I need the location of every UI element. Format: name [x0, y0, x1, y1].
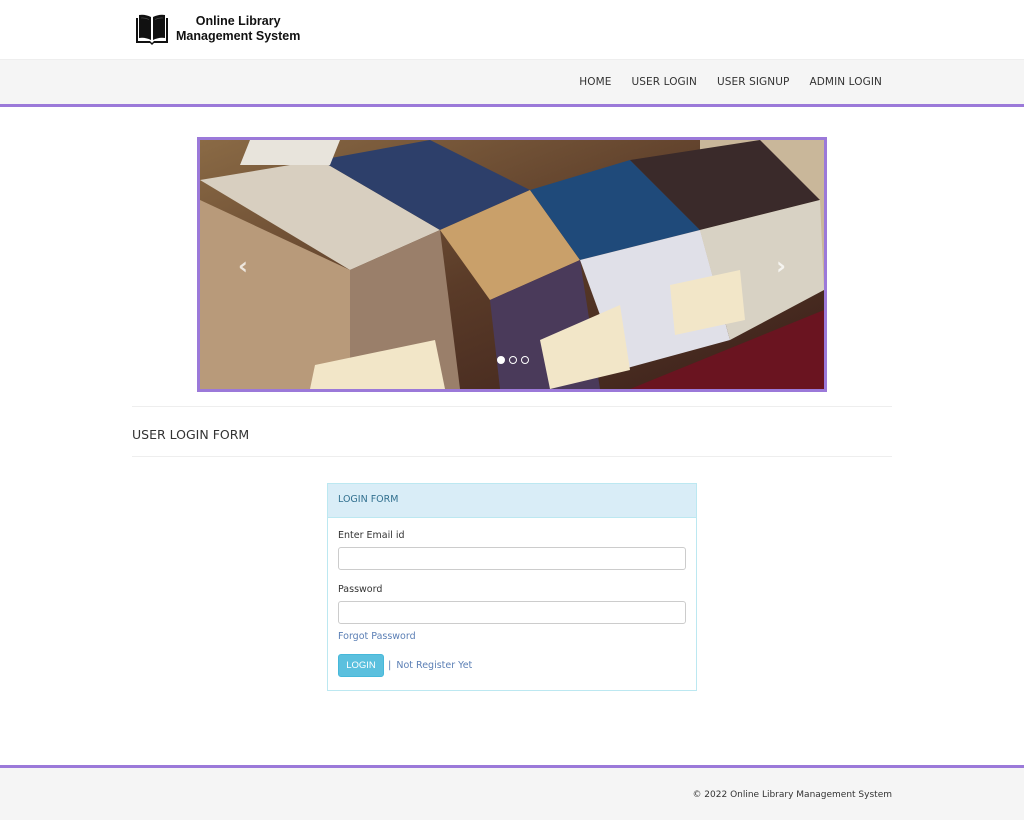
divider — [132, 406, 892, 407]
register-link[interactable]: Not Register Yet — [396, 660, 472, 671]
nav-user-login[interactable]: USER LOGIN — [632, 76, 697, 88]
site-title-line1: Online Library — [195, 14, 281, 28]
carousel-indicator-1[interactable] — [497, 356, 505, 364]
form-actions: LOGIN | Not Register Yet — [338, 654, 686, 677]
password-field[interactable] — [338, 601, 686, 624]
carousel-indicator-2[interactable] — [509, 356, 517, 364]
carousel-indicators — [497, 356, 529, 364]
main-nav: HOME USER LOGIN USER SIGNUP ADMIN LOGIN — [0, 60, 1024, 107]
page-title: USER LOGIN FORM — [132, 427, 250, 442]
login-panel-heading: LOGIN FORM — [328, 484, 696, 518]
nav-admin-login[interactable]: ADMIN LOGIN — [809, 76, 882, 88]
site-title: Online Library Management System — [176, 14, 300, 44]
book-icon — [136, 14, 168, 45]
nav-home[interactable]: HOME — [579, 76, 611, 88]
divider — [132, 456, 892, 457]
footer: © 2022 Online Library Management System — [0, 765, 1024, 820]
login-button[interactable]: LOGIN — [338, 654, 384, 677]
footer-copyright: © 2022 Online Library Management System — [692, 790, 892, 800]
password-label: Password — [338, 584, 383, 595]
top-header: Online Library Management System — [0, 0, 1024, 60]
email-field[interactable] — [338, 547, 686, 570]
carousel-next-icon[interactable]: › — [776, 252, 786, 280]
carousel-indicator-3[interactable] — [521, 356, 529, 364]
email-label: Enter Email id — [338, 530, 405, 541]
carousel-slide-image — [200, 140, 824, 389]
site-logo[interactable]: Online Library Management System — [134, 12, 300, 46]
nav-user-signup[interactable]: USER SIGNUP — [717, 76, 790, 88]
separator: | — [388, 660, 392, 671]
login-panel: LOGIN FORM Enter Email id Password Forgo… — [327, 483, 697, 691]
site-title-line2: Management System — [176, 29, 301, 43]
forgot-password-link[interactable]: Forgot Password — [338, 631, 686, 642]
carousel-prev-icon[interactable]: ‹ — [238, 252, 248, 280]
login-panel-body: Enter Email id Password Forgot Password … — [328, 518, 696, 689]
image-carousel: ‹ › — [197, 137, 827, 392]
nav-links: HOME USER LOGIN USER SIGNUP ADMIN LOGIN — [579, 76, 882, 88]
